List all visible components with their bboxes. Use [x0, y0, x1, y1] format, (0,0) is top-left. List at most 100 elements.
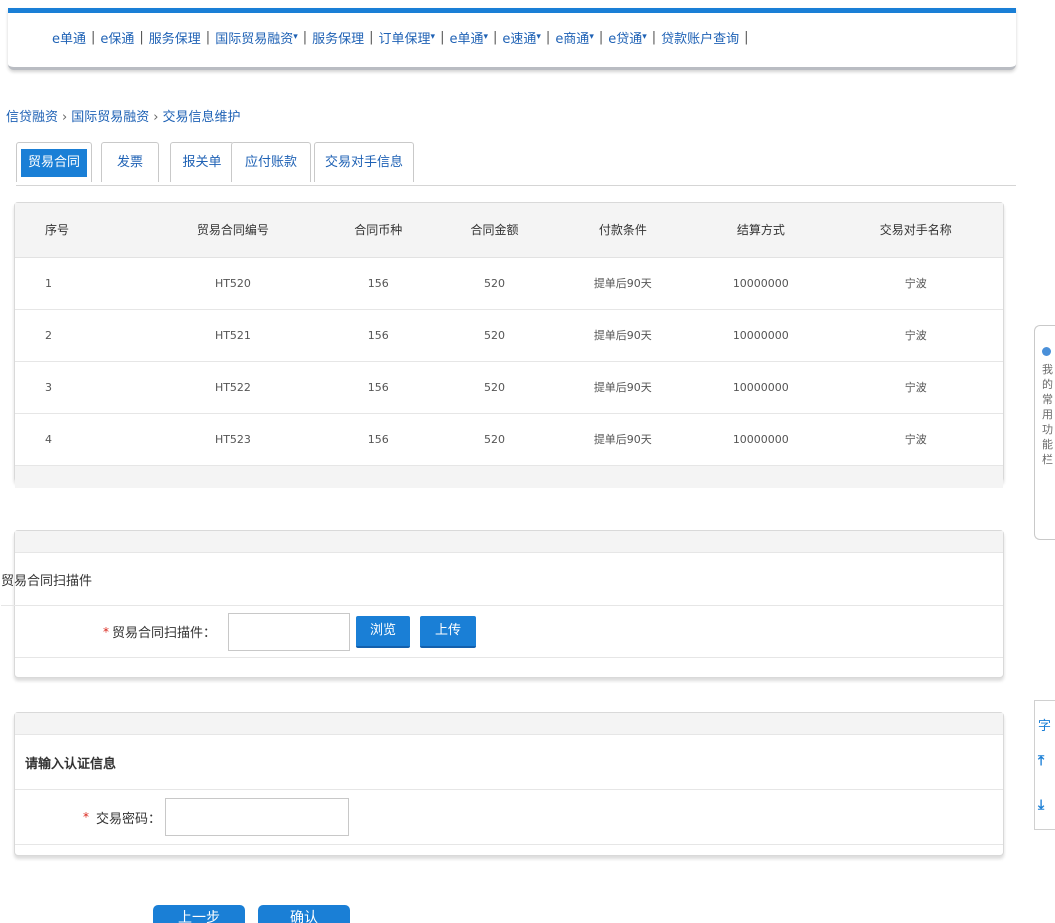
scan-field-label: 贸易合同扫描件： — [112, 626, 217, 641]
auth-panel: 请输入认证信息 * 交易密码： — [14, 712, 1004, 856]
table-cell: 提单后90天 — [552, 257, 694, 310]
table-row[interactable]: 2 HT521 156 520 提单后90天 10000000 宁波 — [15, 309, 1003, 362]
table-row[interactable]: 4 HT523 156 520 提单后90天 10000000 宁波 — [15, 413, 1003, 466]
scan-file-input[interactable] — [228, 612, 351, 651]
table-cell: 提单后90天 — [552, 309, 694, 362]
table-header-row: 序号 贸易合同编号 合同币种 合同金额 付款条件 结算方式 交易对手名称 — [15, 203, 1003, 258]
table-cell: 宁波 — [828, 257, 1003, 310]
scan-section-title: 贸易合同扫描件 — [1, 573, 93, 589]
table-cell: 520 — [436, 309, 553, 362]
table-cell: HT520 — [145, 257, 321, 310]
scan-upload-row: * 贸易合同扫描件： 浏览 上传 — [15, 606, 1003, 658]
nav-separator: | — [598, 29, 604, 45]
table-cell: 156 — [320, 361, 437, 414]
nav-item[interactable]: 服务保理 — [312, 28, 364, 47]
page-tools-widget: 字 ⤒ ⤓ — [1034, 700, 1055, 830]
table-footer-bar — [15, 465, 1003, 488]
scan-section-header: 贸易合同扫描件 — [1, 553, 1003, 606]
password-input[interactable] — [165, 798, 350, 836]
required-mark: * — [103, 624, 109, 639]
nav-separator: | — [139, 29, 144, 45]
table-cell: 156 — [320, 309, 437, 362]
column-header: 付款条件 — [552, 203, 694, 258]
breadcrumb-separator-icon: › — [153, 110, 159, 125]
tab-customs-declaration[interactable]: 报关单 — [170, 142, 234, 182]
table-cell: 宁波 — [828, 309, 1003, 362]
table-cell: 10000000 — [693, 309, 829, 362]
table-cell: 520 — [436, 257, 553, 310]
column-header: 合同金额 — [436, 203, 553, 258]
auth-section-title: 请输入认证信息 — [25, 756, 117, 772]
table-row[interactable]: 3 HT522 156 520 提单后90天 10000000 宁波 — [15, 361, 1003, 414]
table-cell: 520 — [436, 361, 553, 414]
table-cell: 156 — [320, 257, 437, 310]
password-label: 交易密码： — [96, 811, 162, 827]
nav-separator: | — [744, 29, 749, 45]
nav-separator: | — [302, 29, 308, 45]
table-cell: 156 — [320, 413, 437, 466]
nav-separator: | — [651, 29, 657, 45]
table-cell: 3 — [15, 361, 146, 414]
nav-menu: e单通 | e保通 | 服务保理 | 国际贸易融资 ▾ | 服务保理 | 订单保理 ▾ | e单通 ▾ | e速通… — [8, 13, 1016, 61]
password-row: * 交易密码： — [15, 790, 1003, 845]
table-cell: HT522 — [145, 361, 321, 414]
nav-separator: | — [369, 29, 374, 45]
panel-header-bar — [15, 713, 1003, 735]
table-cell: 10000000 — [693, 257, 829, 310]
breadcrumb-item-3: 交易信息维护 — [162, 110, 241, 125]
browse-button[interactable]: 浏览 — [356, 615, 411, 648]
nav-item[interactable]: 贷款账户查询 — [661, 28, 739, 47]
panel-header-bar — [15, 531, 1003, 553]
breadcrumb: 信贷融资 › 国际贸易融资 › 交易信息维护 — [6, 106, 240, 125]
nav-separator: | — [545, 29, 551, 45]
table-row[interactable]: 1 HT520 156 520 提单后90天 10000000 宁波 — [15, 257, 1003, 310]
font-size-button[interactable]: 字 — [1038, 715, 1051, 734]
tab-label: 报关单 — [182, 155, 222, 170]
required-mark: * — [83, 810, 89, 824]
upload-button[interactable]: 上传 — [420, 615, 477, 648]
column-header: 序号 — [15, 203, 146, 258]
nav-item[interactable]: e贷通 — [608, 28, 642, 47]
favorites-sidebar-toggle[interactable]: 我的常用功能栏 — [1034, 325, 1055, 540]
tab-label: 应付账款 — [244, 155, 297, 170]
table-cell: 520 — [436, 413, 553, 466]
confirm-button[interactable]: 确认 — [258, 905, 350, 923]
table-cell: HT523 — [145, 413, 321, 466]
nav-item[interactable]: e单通 — [449, 28, 483, 47]
nav-item[interactable]: e单通 — [52, 28, 86, 47]
auth-section-header: 请输入认证信息 — [15, 735, 1003, 790]
nav-separator: | — [440, 29, 445, 45]
nav-separator: | — [205, 29, 211, 45]
contract-table: 序号 贸易合同编号 合同币种 合同金额 付款条件 结算方式 交易对手名称 1 HT520 156… — [15, 203, 1003, 466]
table-cell: 宁波 — [828, 413, 1003, 466]
table-cell: 10000000 — [693, 413, 829, 466]
column-header: 结算方式 — [693, 203, 829, 258]
column-header: 合同币种 — [320, 203, 437, 258]
breadcrumb-item-1[interactable]: 信贷融资 — [6, 110, 58, 125]
table-cell: 2 — [15, 309, 146, 362]
tab-label: 交易对手信息 — [324, 155, 403, 170]
table-cell: 提单后90天 — [552, 361, 694, 414]
nav-item[interactable]: 订单保理 — [379, 28, 431, 47]
table-cell: 提单后90天 — [552, 413, 694, 466]
tab-accounts-payable[interactable]: 应付账款 — [231, 142, 311, 182]
column-header: 交易对手名称 — [828, 203, 1003, 258]
tab-invoice[interactable]: 发票 — [101, 142, 159, 182]
tab-label: 贸易合同 — [21, 149, 87, 177]
nav-item[interactable]: e商通 — [555, 28, 589, 47]
table-cell: 宁波 — [828, 361, 1003, 414]
tab-counterparty-info[interactable]: 交易对手信息 — [314, 142, 414, 182]
nav-item[interactable]: e速通 — [502, 28, 536, 47]
arrow-down-icon[interactable]: ⤓ — [1038, 797, 1044, 813]
previous-step-button[interactable]: 上一步 — [153, 905, 245, 923]
arrow-up-icon[interactable]: ⤒ — [1038, 753, 1044, 769]
tab-label: 发票 — [116, 155, 143, 170]
table-cell: 4 — [15, 413, 146, 466]
top-navigation: e单通 | e保通 | 服务保理 | 国际贸易融资 ▾ | 服务保理 | 订单保理 ▾ | e单通 ▾ | e速通… — [8, 8, 1016, 70]
breadcrumb-item-2[interactable]: 国际贸易融资 — [71, 110, 149, 125]
nav-item[interactable]: 服务保理 — [149, 28, 201, 47]
nav-item[interactable]: 国际贸易融资 — [215, 28, 293, 47]
tab-trade-contract[interactable]: 贸易合同 — [16, 142, 92, 182]
nav-item[interactable]: e保通 — [100, 28, 134, 47]
scan-upload-panel: 贸易合同扫描件 * 贸易合同扫描件： 浏览 上传 — [1, 530, 1004, 678]
